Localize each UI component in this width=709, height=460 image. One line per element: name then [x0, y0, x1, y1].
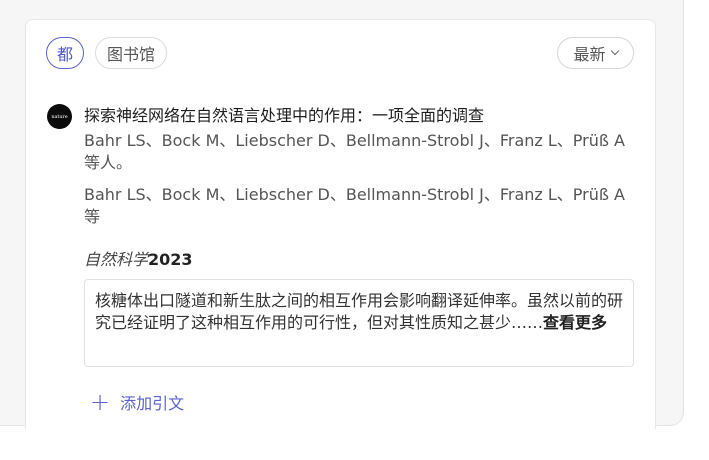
publication-year: 2023	[148, 250, 193, 269]
add-citation-button[interactable]: + 添加引文	[90, 390, 184, 414]
journal-name: 自然科学	[84, 250, 149, 269]
see-more-link[interactable]: 查看更多	[543, 313, 607, 332]
journal-logo: nature	[47, 104, 72, 129]
paper-title[interactable]: 探索神经网络在自然语言处理中的作用：一项全面的调查	[84, 102, 484, 126]
paper-authors-secondary: Bahr LS、Bock M、Liebscher D、Bellmann-Stro…	[84, 185, 626, 226]
filter-all-label: 都	[56, 45, 73, 64]
paper-authors: Bahr LS、Bock M、Liebscher D、Bellmann-Stro…	[84, 131, 626, 172]
chevron-down-icon	[610, 46, 619, 56]
journal-info: 自然科学2023	[84, 246, 193, 270]
sort-selected-label: 最新	[573, 45, 606, 64]
add-citation-label: 添加引文	[120, 394, 185, 413]
abstract-box: 核糖体出口隧道和新生肽之间的相互作用会影响翻译延伸率。虽然以前的研究已经证明了这…	[84, 279, 634, 367]
filter-library-label: 图书馆	[106, 45, 155, 64]
sort-dropdown[interactable]: 最新	[557, 37, 634, 69]
journal-logo-text: nature	[51, 113, 68, 120]
search-result-card: 都 图书馆 最新 nature 探索神经网络在自然语言处理中的作用：一项全面的调…	[25, 19, 656, 429]
filter-all-chip[interactable]: 都	[46, 37, 84, 69]
filter-library-chip[interactable]: 图书馆	[95, 37, 167, 69]
results-panel: 都 图书馆 最新 nature 探索神经网络在自然语言处理中的作用：一项全面的调…	[0, 0, 684, 429]
plus-icon: +	[90, 388, 111, 416]
